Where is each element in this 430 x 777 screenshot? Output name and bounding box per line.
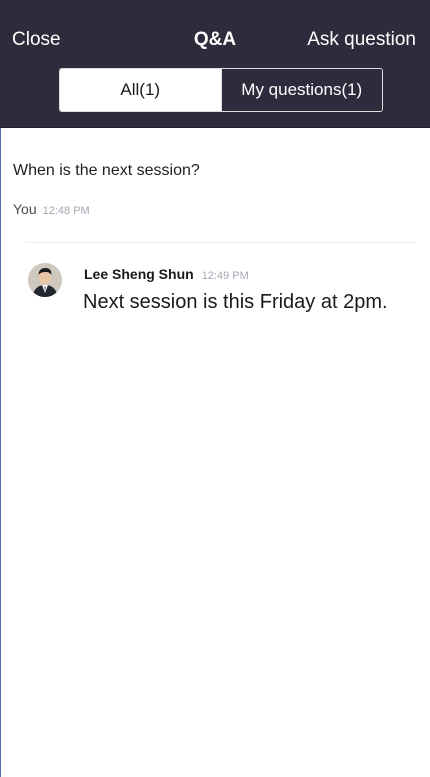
tab-my-questions[interactable]: My questions(1) [220, 69, 382, 111]
answer-time: 12:49 PM [201, 270, 249, 282]
answer-meta: Lee Sheng Shun 12:49 PM [84, 266, 249, 282]
question-time: 12:48 PM [42, 205, 90, 217]
tab-all-label: All(1) [120, 80, 161, 99]
avatar-person-icon [28, 263, 62, 297]
qa-header: Close Q&A Ask question All(1) My questio… [0, 0, 430, 128]
question-meta: You 12:48 PM [13, 201, 90, 217]
tab-my-questions-label: My questions(1) [241, 80, 363, 99]
tab-all[interactable]: All(1) [60, 69, 221, 111]
answer-author: Lee Sheng Shun [84, 266, 194, 282]
ask-question-button[interactable]: Ask question [307, 26, 416, 54]
divider [26, 242, 416, 243]
answer-item: Lee Sheng Shun 12:49 PM Next session is t… [28, 263, 418, 323]
question-text: When is the next session? [13, 162, 200, 179]
answer-text: Next session is this Friday at 2pm. [83, 291, 388, 313]
avatar [28, 263, 62, 297]
question-author: You [13, 201, 37, 217]
question-filter-segmented-control: All(1) My questions(1) [59, 68, 383, 112]
